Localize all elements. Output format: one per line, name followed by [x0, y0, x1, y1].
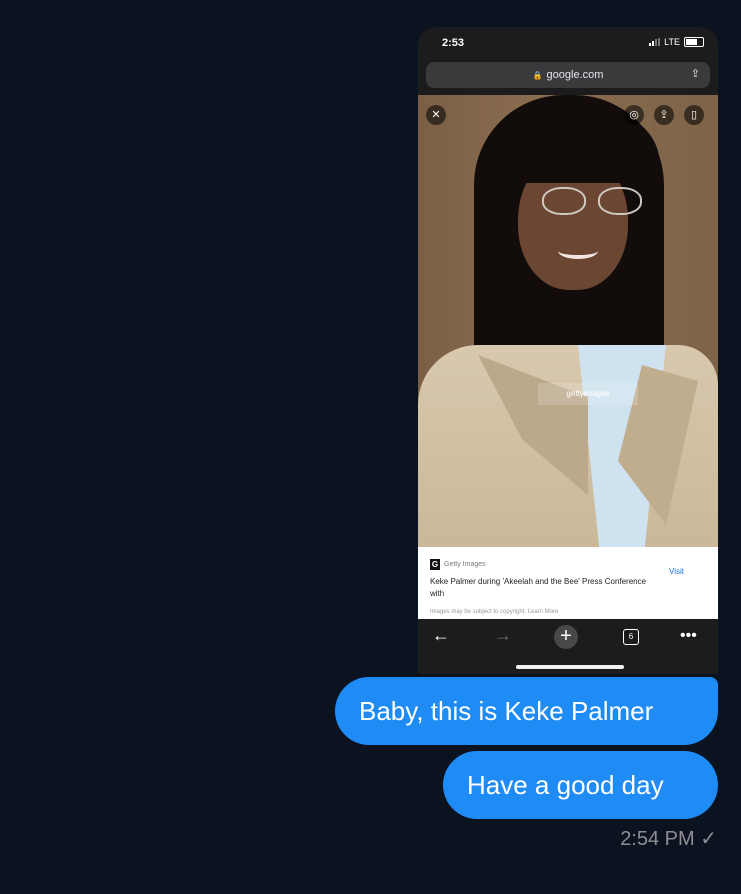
new-tab-icon: + [554, 625, 578, 649]
more-icon: ••• [680, 627, 697, 644]
close-icon: ✕ [426, 105, 446, 125]
url-text: google.com [546, 69, 604, 81]
watermark: gettyimages [538, 383, 638, 405]
message-text: Baby, this is Keke Palmer [359, 696, 654, 726]
battery-icon [684, 37, 704, 47]
image-preview: gettyimages ✕ ◎ ⇪ ▯ [418, 95, 718, 547]
checkmark-icon: ✓ [700, 828, 717, 850]
source-name: Getty Images [444, 561, 486, 568]
image-info-card: G Getty Images Visit Keke Palmer during … [418, 547, 718, 619]
home-indicator [516, 665, 624, 669]
photo-smile [558, 243, 598, 259]
lock-icon: 🔒 [532, 70, 543, 80]
lens-icon: ◎ [624, 105, 644, 125]
message-bubble[interactable]: Baby, this is Keke Palmer [335, 677, 718, 745]
copyright-note: Images may be subject to copyright. Lear… [430, 609, 559, 615]
message-time: 2:54 PM [620, 828, 695, 850]
source-row: G Getty Images [430, 559, 486, 570]
back-arrow-icon: ← [432, 625, 450, 645]
status-bar: 2:53 LTE [418, 27, 718, 57]
status-right: LTE [649, 37, 704, 47]
message-bubble[interactable]: Have a good day [443, 751, 718, 819]
getty-logo-icon: G [430, 559, 440, 570]
photo-glasses [542, 187, 652, 217]
image-title: Keke Palmer during 'Akeelah and the Bee'… [430, 577, 647, 598]
status-time: 2:53 [442, 37, 465, 49]
forward-arrow-icon: → [494, 625, 512, 645]
share-icon: ⇪ [690, 68, 700, 80]
signal-icon [649, 38, 661, 46]
browser-toolbar: ← → + 6 ••• [418, 619, 718, 674]
message-text: Have a good day [467, 770, 664, 800]
visit-link: Visit [669, 567, 684, 576]
share-icon: ⇪ [654, 105, 674, 125]
network-label: LTE [664, 37, 680, 47]
address-bar: 🔒 google.com ⇪ [426, 62, 710, 88]
shared-screenshot[interactable]: 2:53 LTE 🔒 google.com ⇪ gettyimages ✕ ◎ … [418, 27, 718, 674]
tabs-count: 6 [623, 629, 639, 645]
message-meta: 2:54 PM ✓ [620, 826, 717, 851]
bookmark-icon: ▯ [684, 105, 704, 125]
